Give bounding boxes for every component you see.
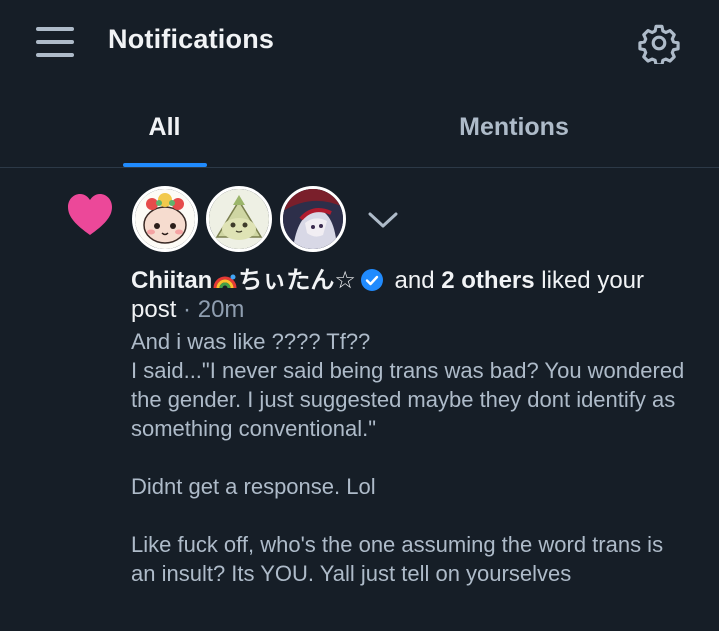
tab-bar: All Mentions	[0, 86, 719, 168]
post-line: I said..."I never said being trans was b…	[131, 358, 685, 441]
timestamp: 20m	[197, 296, 245, 323]
action-text: liked	[541, 267, 591, 294]
post-line: Like fuck off, who's the one assuming th…	[131, 532, 664, 586]
author-suffix: ちぃたん☆	[238, 267, 356, 294]
tab-all[interactable]: All	[0, 86, 329, 168]
page-title: Notifications	[108, 24, 275, 54]
notification-headline: Chiitan ちぃたん☆ and 2 others liked your pos…	[131, 266, 691, 324]
chevron-down-icon[interactable]	[366, 209, 400, 231]
hamburger-menu-icon[interactable]	[36, 27, 74, 57]
author-name[interactable]: Chiitan ちぃたん☆	[131, 267, 356, 294]
post-line	[131, 443, 691, 472]
author-name-text: Chiitan	[131, 267, 213, 294]
post-line	[131, 501, 691, 530]
rainbow-icon	[212, 268, 238, 290]
post-line: Didnt get a response. Lol	[131, 474, 376, 499]
separator-dot: ·	[183, 296, 192, 323]
post-line: And i was like ???? Tf??	[131, 329, 371, 354]
verified-check-icon	[360, 268, 384, 292]
gear-icon[interactable]	[638, 22, 680, 67]
avatar-2[interactable]	[206, 186, 272, 252]
notification-item[interactable]: Chiitan ちぃたん☆ and 2 others liked your pos…	[0, 169, 719, 631]
tab-mentions[interactable]: Mentions	[329, 86, 699, 168]
avatar-1[interactable]	[132, 186, 198, 252]
and-text: and	[394, 267, 435, 294]
active-tab-indicator	[123, 163, 207, 167]
avatar-3[interactable]	[280, 186, 346, 252]
heart-icon	[66, 193, 114, 237]
post-preview[interactable]: And i was like ???? Tf?? I said..."I nev…	[131, 327, 691, 588]
others-count[interactable]: 2 others	[441, 267, 534, 294]
top-bar: Notifications	[0, 0, 719, 86]
